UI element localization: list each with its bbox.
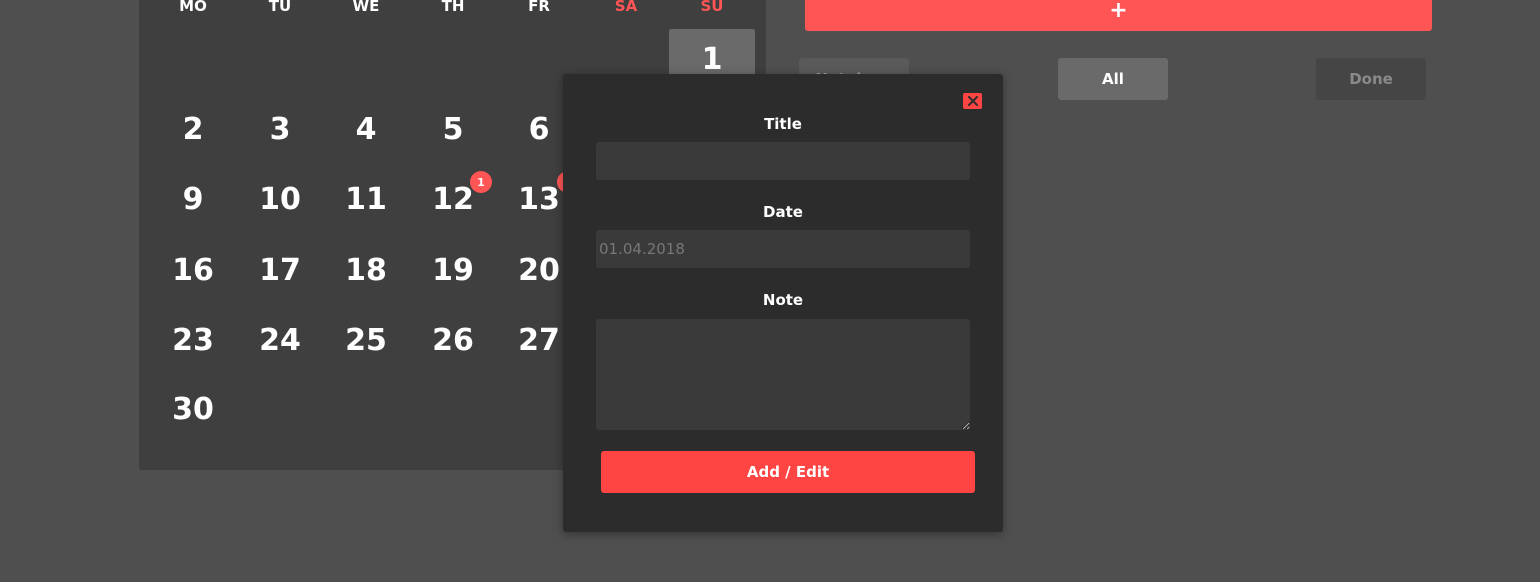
weekday-tu: TU bbox=[268, 0, 292, 15]
day-26[interactable]: 26 bbox=[410, 310, 496, 370]
day-25[interactable]: 25 bbox=[323, 310, 409, 370]
todo-edit-modal: Title Date Note Add / Edit bbox=[563, 74, 1003, 532]
close-button[interactable] bbox=[963, 93, 982, 109]
day-2[interactable]: 2 bbox=[150, 99, 236, 159]
weekday-mo: MO bbox=[179, 0, 207, 15]
date-label: Date bbox=[763, 203, 803, 221]
filter-done-button[interactable]: Done bbox=[1316, 58, 1426, 100]
add-todo-button[interactable]: + bbox=[805, 0, 1432, 31]
day-10[interactable]: 10 bbox=[237, 169, 323, 229]
day-11[interactable]: 11 bbox=[323, 169, 409, 229]
note-textarea[interactable] bbox=[596, 319, 970, 430]
weekday-su: SU bbox=[700, 0, 724, 15]
day-24[interactable]: 24 bbox=[237, 310, 323, 370]
title-label: Title bbox=[764, 115, 802, 133]
weekday-we: WE bbox=[352, 0, 380, 15]
day-16[interactable]: 16 bbox=[150, 240, 236, 300]
plus-icon: + bbox=[1109, 0, 1128, 23]
filter-all-button[interactable]: All bbox=[1058, 58, 1168, 100]
title-input[interactable] bbox=[596, 142, 970, 180]
date-input[interactable] bbox=[596, 230, 970, 268]
weekday-fr: FR bbox=[528, 0, 550, 15]
add-edit-button[interactable]: Add / Edit bbox=[601, 451, 975, 493]
weekday-sa: SA bbox=[614, 0, 638, 15]
day-5[interactable]: 5 bbox=[410, 99, 496, 159]
day-19[interactable]: 19 bbox=[410, 240, 496, 300]
day-30[interactable]: 30 bbox=[150, 379, 236, 439]
close-icon bbox=[967, 96, 978, 106]
app-root: MO TU WE TH FR SA SU 1 2 3 4 5 6 9 10 11… bbox=[0, 0, 1540, 582]
note-label: Note bbox=[762, 291, 804, 309]
day-18[interactable]: 18 bbox=[323, 240, 409, 300]
weekday-th: TH bbox=[441, 0, 465, 15]
day-3[interactable]: 3 bbox=[237, 99, 323, 159]
event-count-badge: 1 bbox=[470, 171, 492, 193]
day-17[interactable]: 17 bbox=[237, 240, 323, 300]
day-4[interactable]: 4 bbox=[323, 99, 409, 159]
day-9[interactable]: 9 bbox=[150, 169, 236, 229]
day-23[interactable]: 23 bbox=[150, 310, 236, 370]
